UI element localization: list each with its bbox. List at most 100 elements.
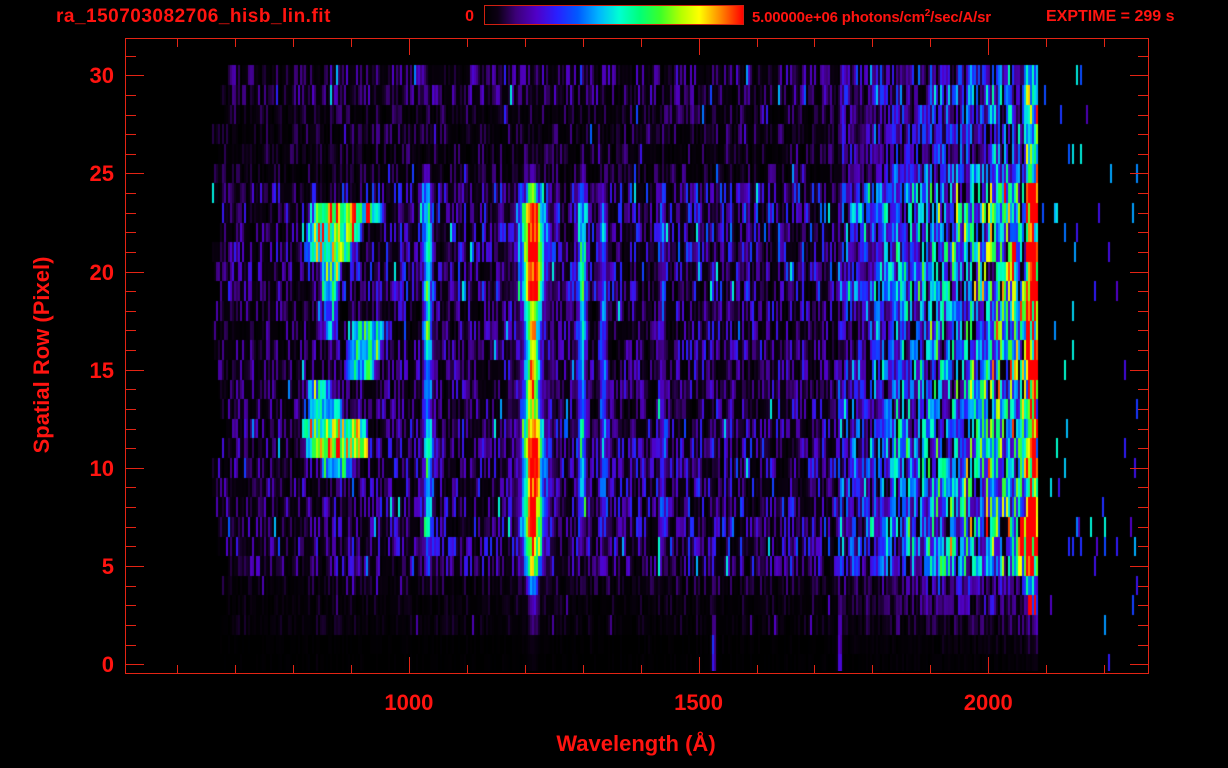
- file-title: ra_150703082706_hisb_lin.fit: [56, 6, 331, 27]
- y-tick-label: 10: [89, 455, 114, 481]
- tick-mark: [126, 566, 144, 567]
- tick-mark: [126, 370, 144, 371]
- tick-mark: [126, 350, 136, 351]
- tick-mark: [126, 625, 136, 626]
- tick-mark: [126, 448, 136, 449]
- colorbar-min-label: 0: [465, 8, 474, 25]
- tick-mark: [1138, 429, 1148, 430]
- colorbar-units-suffix: /sec/A/sr: [930, 9, 991, 26]
- tick-mark: [126, 115, 136, 116]
- tick-mark: [699, 657, 700, 673]
- tick-mark: [293, 39, 294, 47]
- tick-mark: [1138, 645, 1148, 646]
- tick-mark: [126, 272, 144, 273]
- tick-mark: [126, 429, 136, 430]
- tick-mark: [1104, 665, 1105, 673]
- tick-mark: [409, 657, 410, 673]
- tick-mark: [1138, 448, 1148, 449]
- tick-mark: [126, 193, 136, 194]
- x-tick-label: 1000: [384, 690, 434, 715]
- tick-mark: [126, 291, 136, 292]
- tick-mark: [1130, 664, 1148, 665]
- tick-mark: [1138, 507, 1148, 508]
- tick-mark: [126, 664, 144, 665]
- tick-mark: [814, 665, 815, 673]
- tick-mark: [1138, 625, 1148, 626]
- tick-mark: [177, 665, 178, 673]
- tick-mark: [126, 409, 136, 410]
- tick-mark: [930, 665, 931, 673]
- tick-mark: [1138, 134, 1148, 135]
- tick-mark: [126, 311, 136, 312]
- tick-mark: [1138, 154, 1148, 155]
- tick-mark: [1138, 389, 1148, 390]
- tick-mark: [126, 95, 136, 96]
- tick-mark: [293, 665, 294, 673]
- tick-mark: [1138, 409, 1148, 410]
- tick-mark: [1104, 39, 1105, 47]
- tick-mark: [525, 39, 526, 47]
- tick-mark: [1138, 291, 1148, 292]
- tick-mark: [1138, 605, 1148, 606]
- tick-mark: [126, 546, 136, 547]
- tick-mark: [988, 657, 989, 673]
- tick-mark: [1138, 95, 1148, 96]
- tick-mark: [641, 665, 642, 673]
- y-tick-label: 20: [89, 259, 114, 285]
- tick-mark: [1138, 350, 1148, 351]
- tick-mark: [1130, 173, 1148, 174]
- colorbar-max-label: 5.00000e+06 photons/cm2/sec/A/sr: [752, 8, 991, 26]
- tick-mark: [126, 527, 136, 528]
- tick-mark: [126, 507, 136, 508]
- tick-mark: [126, 330, 136, 331]
- tick-mark: [126, 487, 136, 488]
- y-tick-label: 15: [89, 357, 114, 383]
- tick-mark: [126, 605, 136, 606]
- tick-mark: [1138, 252, 1148, 253]
- tick-mark: [351, 665, 352, 673]
- tick-mark: [757, 665, 758, 673]
- tick-mark: [126, 389, 136, 390]
- tick-mark: [235, 39, 236, 47]
- tick-mark: [872, 665, 873, 673]
- tick-mark: [126, 56, 136, 57]
- tick-mark: [1138, 56, 1148, 57]
- tick-mark: [126, 154, 136, 155]
- tick-mark: [126, 586, 136, 587]
- tick-mark: [930, 39, 931, 47]
- tick-mark: [126, 252, 136, 253]
- tick-mark: [1138, 546, 1148, 547]
- tick-mark: [1130, 272, 1148, 273]
- tick-mark: [988, 39, 989, 55]
- tick-mark: [872, 39, 873, 47]
- tick-mark: [177, 39, 178, 47]
- tick-mark: [126, 468, 144, 469]
- tick-mark: [409, 39, 410, 55]
- tick-mark: [126, 75, 144, 76]
- tick-mark: [467, 39, 468, 47]
- tick-mark: [1138, 586, 1148, 587]
- tick-mark: [126, 213, 136, 214]
- plot-frame: [125, 38, 1149, 674]
- tick-mark: [1138, 330, 1148, 331]
- y-tick-label: 0: [101, 652, 114, 678]
- tick-mark: [467, 665, 468, 673]
- exptime-label: EXPTIME = 299 s: [1046, 8, 1175, 25]
- tick-mark: [525, 665, 526, 673]
- x-tick-label: 2000: [963, 690, 1013, 715]
- tick-mark: [1138, 311, 1148, 312]
- tick-mark: [1130, 370, 1148, 371]
- colorbar-max-value: 5.00000e+06: [752, 9, 838, 26]
- tick-mark: [126, 232, 136, 233]
- tick-mark: [814, 39, 815, 47]
- tick-mark: [583, 39, 584, 47]
- tick-mark: [1130, 566, 1148, 567]
- y-axis-title: Spatial Row (Pixel): [29, 256, 54, 454]
- tick-mark: [699, 39, 700, 55]
- colorbar-gradient: [484, 5, 744, 25]
- tick-mark: [583, 665, 584, 673]
- tick-mark: [757, 39, 758, 47]
- tick-mark: [1138, 193, 1148, 194]
- tick-mark: [1138, 527, 1148, 528]
- tick-mark: [1138, 115, 1148, 116]
